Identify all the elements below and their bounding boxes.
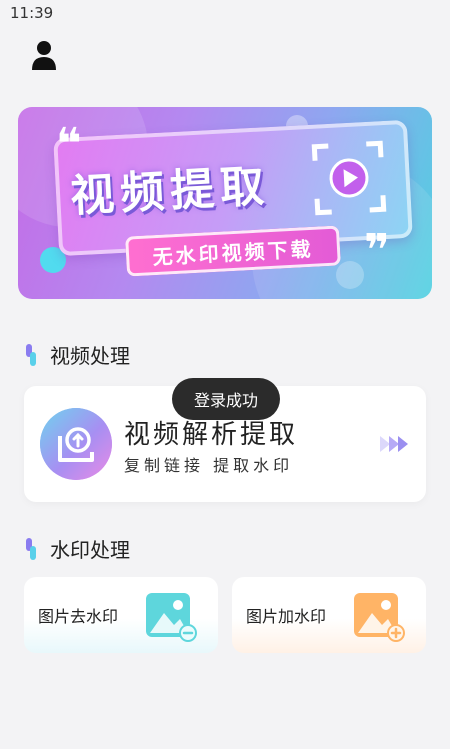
profile-icon[interactable] — [30, 40, 58, 72]
video-parse-icon — [40, 408, 112, 480]
banner-title: 视频提取 — [69, 160, 272, 223]
add-watermark-card[interactable]: 图片加水印 — [232, 577, 426, 653]
section-video: 视频处理 — [26, 340, 130, 369]
double-arrow-icon — [380, 436, 408, 452]
section-title-video: 视频处理 — [50, 344, 130, 368]
close-quote-icon: ❞ — [364, 225, 390, 276]
play-icon — [311, 140, 387, 216]
section-marker-icon — [26, 343, 36, 366]
image-remove-icon — [146, 593, 197, 642]
status-time: 11:39 — [10, 4, 54, 22]
parse-card-subtitle: 复制链接 提取水印 — [124, 456, 294, 475]
login-success-toast: 登录成功 — [172, 378, 280, 420]
section-marker-icon — [26, 537, 36, 560]
banner-dot — [336, 261, 364, 289]
remove-watermark-card[interactable]: 图片去水印 — [24, 577, 218, 653]
add-watermark-label: 图片加水印 — [246, 607, 327, 626]
section-title-watermark: 水印处理 — [50, 538, 130, 562]
section-watermark: 水印处理 — [26, 534, 130, 563]
image-add-icon — [354, 593, 405, 642]
remove-watermark-label: 图片去水印 — [38, 607, 119, 626]
video-extract-banner[interactable]: ❝ ❞ 视频提取 无水印视频下载 — [18, 107, 432, 299]
